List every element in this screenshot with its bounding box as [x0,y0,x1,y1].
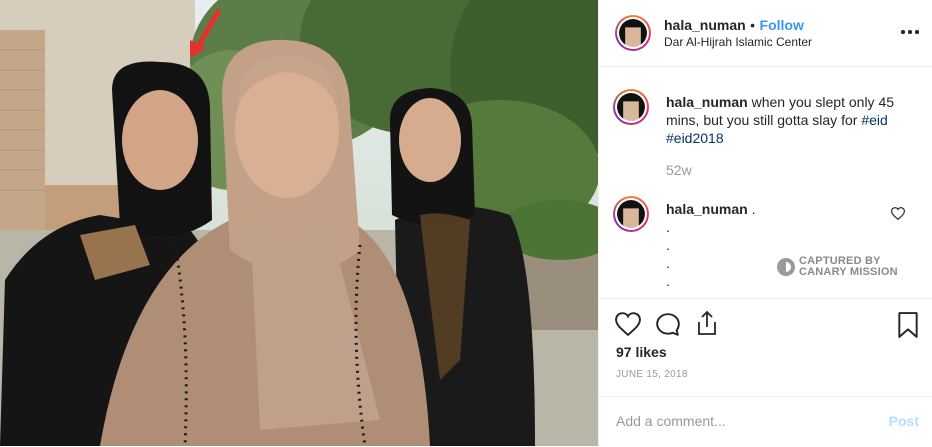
caption-username[interactable]: hala_numan [666,94,748,110]
location-link[interactable]: Dar Al-Hijrah Islamic Center [664,35,812,49]
caption-avatar[interactable] [613,89,649,125]
photo-illustration [0,0,598,446]
comment-text: hala_numan . [666,200,755,218]
add-comment-bar: Add a comment... Post [599,396,932,447]
comment-dots: . . . . [666,218,670,290]
header-separator: • [750,17,756,33]
hashtag-eid2018[interactable]: #eid2018 [666,130,724,146]
comment-body: . [751,201,756,217]
post-date[interactable]: JUNE 15, 2018 [616,369,688,380]
caption-time[interactable]: 52w [666,162,692,178]
watermark: CAPTURED BY CANARY MISSION [777,256,898,278]
comment-dot-2: . [666,237,670,253]
heart-icon[interactable] [615,312,641,336]
comment-dot-3: . [666,255,670,271]
caption-text: hala_numan when you slept only 45 mins, … [666,93,916,147]
comment-username[interactable]: hala_numan [666,201,748,217]
comment-dot-4: . [666,273,670,289]
post-header: hala_numan • Follow Dar Al-Hijrah Islami… [599,0,932,67]
post-side-panel: hala_numan • Follow Dar Al-Hijrah Islami… [598,0,932,446]
hashtag-eid[interactable]: #eid [861,112,887,128]
post-actions: 97 likes JUNE 15, 2018 [599,298,932,399]
header-user-row: hala_numan • Follow [664,17,804,35]
comment-dot-1: . [666,219,670,235]
post-photo[interactable] [0,0,598,446]
comment-icon[interactable] [655,312,681,338]
likes-count[interactable]: 97 likes [616,344,667,360]
watermark-logo-icon [777,258,795,276]
comment-like-heart-icon[interactable] [891,207,905,220]
header-avatar[interactable] [615,15,651,51]
more-options-icon[interactable] [901,30,919,34]
watermark-line-2: CANARY MISSION [799,266,898,278]
comment-avatar[interactable] [613,196,649,232]
follow-button[interactable]: Follow [760,17,804,33]
comment-input[interactable]: Add a comment... [616,413,726,429]
bookmark-icon[interactable] [897,312,919,338]
header-username[interactable]: hala_numan [664,17,746,33]
share-icon[interactable] [695,310,719,336]
post-button[interactable]: Post [889,413,919,429]
